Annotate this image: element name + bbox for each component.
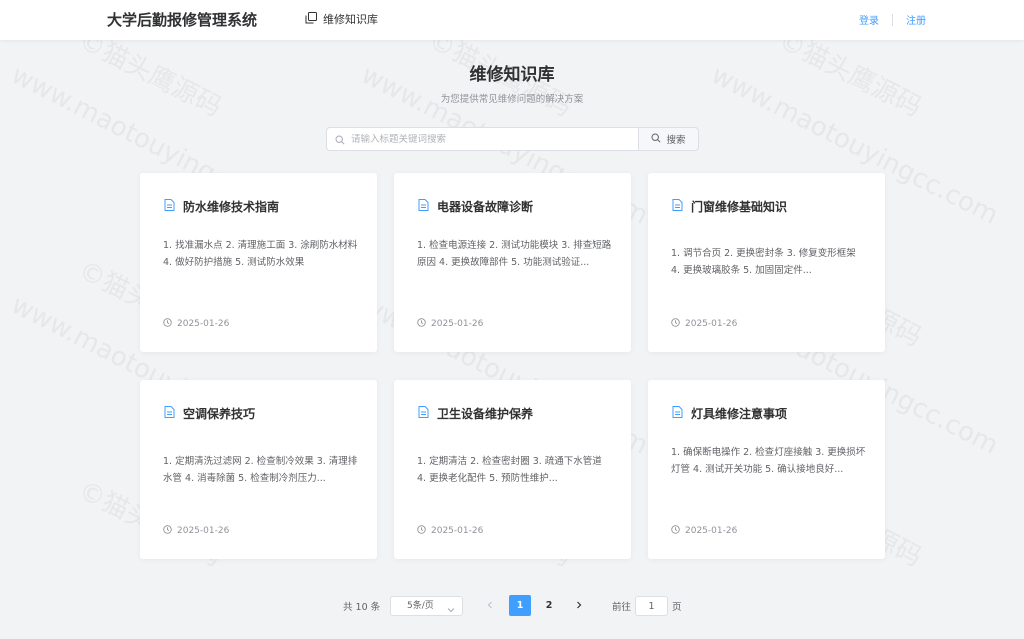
clock-icon (417, 318, 426, 330)
knowledge-card[interactable]: 空调保养技巧 1. 定期清洗过滤网 2. 检查制冷效果 3. 清理排水管 4. … (140, 380, 377, 559)
document-icon (164, 406, 175, 421)
document-icon (418, 406, 429, 421)
card-title: 门窗维修基础知识 (672, 198, 787, 215)
page-1-button[interactable]: 1 (509, 595, 531, 616)
document-icon (672, 199, 683, 214)
card-date-text: 2025-01-26 (431, 526, 484, 536)
card-description: 1. 定期清洗过滤网 2. 检查制冷效果 3. 清理排水管 4. 消毒除菌 5.… (163, 456, 358, 484)
card-date: 2025-01-26 (671, 525, 737, 537)
card-date: 2025-01-26 (671, 318, 737, 330)
copy-icon (305, 11, 317, 27)
knowledge-card[interactable]: 灯具维修注意事项 1. 确保断电操作 2. 检查灯座接触 3. 更换损坏灯管 4… (648, 380, 885, 559)
pagination-total: 共 10 条 (343, 602, 381, 613)
clock-icon (671, 318, 680, 330)
search-input[interactable] (351, 133, 631, 145)
card-title: 电器设备故障诊断 (418, 198, 533, 215)
chevron-down-icon (447, 603, 455, 613)
page-size-value: 5条/页 (407, 601, 434, 611)
nav-knowledge-base-label: 维修知识库 (323, 13, 378, 26)
card-title: 卫生设备维护保养 (418, 405, 533, 422)
card-date-text: 2025-01-26 (685, 319, 738, 329)
document-icon (418, 199, 429, 214)
card-title-text: 卫生设备维护保养 (437, 407, 534, 421)
card-date-text: 2025-01-26 (431, 319, 484, 329)
divider (892, 13, 893, 26)
card-date-text: 2025-01-26 (177, 319, 230, 329)
goto-page-input[interactable] (635, 596, 668, 616)
search-box (326, 127, 639, 151)
page-title: 维修知识库 (469, 65, 555, 85)
prev-page-button[interactable] (479, 595, 501, 616)
card-description: 1. 定期清洁 2. 检查密封圈 3. 疏通下水管道 4. 更换老化配件 5. … (417, 456, 602, 484)
clock-icon (163, 318, 172, 330)
search-icon (651, 132, 662, 146)
clock-icon (671, 525, 680, 537)
search-button[interactable]: 搜索 (638, 127, 699, 151)
card-title-text: 灯具维修注意事项 (691, 407, 788, 421)
goto-page-suffix: 页 (672, 602, 682, 613)
card-title: 灯具维修注意事项 (672, 405, 787, 422)
nav-knowledge-base[interactable]: 维修知识库 (305, 11, 378, 27)
card-date-text: 2025-01-26 (177, 526, 230, 536)
card-date: 2025-01-26 (163, 525, 229, 537)
card-title: 防水维修技术指南 (164, 198, 279, 215)
knowledge-card[interactable]: 防水维修技术指南 1. 找准漏水点 2. 清理施工面 3. 涂刷防水材料 4. … (140, 173, 377, 352)
card-description: 1. 找准漏水点 2. 清理施工面 3. 涂刷防水材料 4. 做好防护措施 5.… (163, 240, 358, 268)
auth-links: 登录 注册 (859, 12, 926, 27)
card-title-text: 电器设备故障诊断 (437, 200, 534, 214)
document-icon (164, 199, 175, 214)
knowledge-card[interactable]: 电器设备故障诊断 1. 检查电源连接 2. 测试功能模块 3. 排查短路原因 4… (394, 173, 631, 352)
card-date: 2025-01-26 (417, 525, 483, 537)
knowledge-card[interactable]: 卫生设备维护保养 1. 定期清洁 2. 检查密封圈 3. 疏通下水管道 4. 更… (394, 380, 631, 559)
login-link[interactable]: 登录 (859, 12, 879, 27)
card-description: 1. 确保断电操作 2. 检查灯座接触 3. 更换损坏灯管 4. 测试开关功能 … (671, 447, 866, 475)
card-description: 1. 检查电源连接 2. 测试功能模块 3. 排查短路原因 4. 更换故障部件 … (417, 240, 612, 268)
card-date-text: 2025-01-26 (685, 526, 738, 536)
register-link[interactable]: 注册 (906, 12, 926, 27)
card-date: 2025-01-26 (417, 318, 483, 330)
clock-icon (417, 525, 426, 537)
card-date: 2025-01-26 (163, 318, 229, 330)
top-header: 大学后勤报修管理系统 维修知识库 登录 注册 (0, 0, 1024, 40)
card-title-text: 门窗维修基础知识 (691, 200, 788, 214)
page-2-button[interactable]: 2 (538, 595, 560, 616)
page-size-select[interactable]: 5条/页 (390, 596, 463, 616)
document-icon (672, 406, 683, 421)
goto-label: 前往 (612, 602, 632, 613)
clock-icon (163, 525, 172, 537)
knowledge-card[interactable]: 门窗维修基础知识 1. 调节合页 2. 更换密封条 3. 修复变形框架 4. 更… (648, 173, 885, 352)
brand-title: 大学后勤报修管理系统 (107, 11, 258, 29)
search-button-label: 搜索 (666, 135, 686, 146)
card-description: 1. 调节合页 2. 更换密封条 3. 修复变形框架 4. 更换玻璃胶条 5. … (671, 248, 856, 276)
card-title: 空调保养技巧 (164, 405, 255, 422)
card-title-text: 空调保养技巧 (183, 407, 256, 421)
card-title-text: 防水维修技术指南 (183, 200, 280, 214)
search-icon (335, 130, 345, 149)
next-page-button[interactable] (568, 595, 590, 616)
page-subtitle: 为您提供常见维修问题的解决方案 (440, 94, 584, 105)
